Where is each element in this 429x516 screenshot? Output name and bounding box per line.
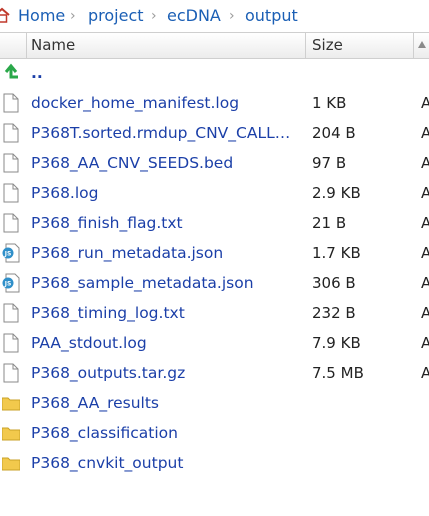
- file-modified: A: [421, 364, 429, 382]
- file-name-link[interactable]: P368_cnvkit_output: [31, 453, 183, 473]
- file-browser: Home › project › ecDNA › output Name Siz…: [0, 0, 429, 516]
- file-icon: [3, 123, 19, 143]
- file-modified: A: [421, 94, 429, 112]
- folder-icon: [2, 457, 20, 471]
- file-name-link[interactable]: P368T.sorted.rmdup_CNV_CALL…: [31, 123, 290, 143]
- breadcrumb: Home › project › ecDNA › output: [0, 0, 429, 31]
- folder-icon: [2, 427, 20, 441]
- file-row[interactable]: P368_AA_CNV_SEEDS.bed 97 B A: [0, 148, 429, 178]
- file-size: 21 B: [312, 214, 347, 232]
- file-size: 7.5 MB: [312, 364, 364, 382]
- name-column-header[interactable]: Name: [31, 33, 75, 58]
- file-name-link[interactable]: ..: [31, 63, 43, 83]
- file-row[interactable]: P368_finish_flag.txt 21 B A: [0, 208, 429, 238]
- file-size: 2.9 KB: [312, 184, 361, 202]
- file-modified: A: [421, 244, 429, 262]
- column-header: Name Size: [0, 32, 429, 59]
- file-name-link[interactable]: P368.log: [31, 183, 99, 203]
- file-name-link[interactable]: P368_sample_metadata.json: [31, 273, 254, 293]
- file-modified: A: [421, 184, 429, 202]
- breadcrumb-separator: ›: [70, 8, 76, 24]
- breadcrumb-home[interactable]: Home: [18, 6, 65, 26]
- file-name-link[interactable]: P368_classification: [31, 423, 178, 443]
- file-row[interactable]: P368_outputs.tar.gz 7.5 MB A: [0, 358, 429, 388]
- file-name-link[interactable]: P368_timing_log.txt: [31, 303, 185, 323]
- parent-directory-row[interactable]: ..: [0, 58, 429, 88]
- folder-row[interactable]: P368_AA_results: [0, 388, 429, 418]
- file-icon: [3, 93, 19, 113]
- file-icon: [3, 213, 19, 233]
- file-icon: [3, 153, 19, 173]
- size-column-header[interactable]: Size: [312, 33, 343, 58]
- file-size: 232 B: [312, 304, 356, 322]
- file-name-link[interactable]: P368_AA_CNV_SEEDS.bed: [31, 153, 233, 173]
- file-name-link[interactable]: P368_AA_results: [31, 393, 159, 413]
- file-size: 1 KB: [312, 94, 347, 112]
- breadcrumb-output[interactable]: output: [245, 6, 298, 26]
- file-modified: A: [421, 214, 429, 232]
- breadcrumb-separator: ›: [151, 8, 157, 24]
- file-row[interactable]: PAA_stdout.log 7.9 KB A: [0, 328, 429, 358]
- svg-text:JS: JS: [4, 251, 12, 258]
- file-icon: [3, 303, 19, 323]
- file-name-link[interactable]: P368_outputs.tar.gz: [31, 363, 185, 383]
- sort-ascending-icon[interactable]: [418, 41, 426, 48]
- file-name-link[interactable]: P368_run_metadata.json: [31, 243, 223, 263]
- up-arrow-icon: [4, 63, 18, 79]
- breadcrumb-separator: ›: [229, 8, 235, 24]
- json-file-icon: JS: [2, 273, 20, 293]
- column-divider[interactable]: [305, 33, 306, 58]
- folder-icon: [2, 397, 20, 411]
- file-row[interactable]: P368.log 2.9 KB A: [0, 178, 429, 208]
- file-size: 97 B: [312, 154, 347, 172]
- json-file-icon: JS: [2, 243, 20, 263]
- breadcrumb-project[interactable]: project: [88, 6, 144, 26]
- file-icon: [3, 363, 19, 383]
- home-icon[interactable]: [0, 7, 10, 23]
- file-modified: A: [421, 334, 429, 352]
- file-size: 204 B: [312, 124, 356, 142]
- file-row[interactable]: JS P368_sample_metadata.json 306 B A: [0, 268, 429, 298]
- file-name-link[interactable]: docker_home_manifest.log: [31, 93, 239, 113]
- file-modified: A: [421, 154, 429, 172]
- file-name-link[interactable]: PAA_stdout.log: [31, 333, 147, 353]
- svg-text:JS: JS: [4, 281, 12, 288]
- file-modified: A: [421, 304, 429, 322]
- file-size: 306 B: [312, 274, 356, 292]
- file-row[interactable]: P368_timing_log.txt 232 B A: [0, 298, 429, 328]
- file-name-link[interactable]: P368_finish_flag.txt: [31, 213, 183, 233]
- file-modified: A: [421, 124, 429, 142]
- file-row[interactable]: JS P368_run_metadata.json 1.7 KB A: [0, 238, 429, 268]
- file-icon: [3, 333, 19, 353]
- file-icon: [3, 183, 19, 203]
- folder-row[interactable]: P368_classification: [0, 418, 429, 448]
- file-size: 1.7 KB: [312, 244, 361, 262]
- column-divider: [26, 33, 27, 58]
- column-divider[interactable]: [413, 33, 414, 58]
- folder-row[interactable]: P368_cnvkit_output: [0, 448, 429, 478]
- breadcrumb-ecdna[interactable]: ecDNA: [167, 6, 221, 26]
- file-row[interactable]: P368T.sorted.rmdup_CNV_CALL… 204 B A: [0, 118, 429, 148]
- file-modified: A: [421, 274, 429, 292]
- file-size: 7.9 KB: [312, 334, 361, 352]
- file-row[interactable]: docker_home_manifest.log 1 KB A: [0, 88, 429, 118]
